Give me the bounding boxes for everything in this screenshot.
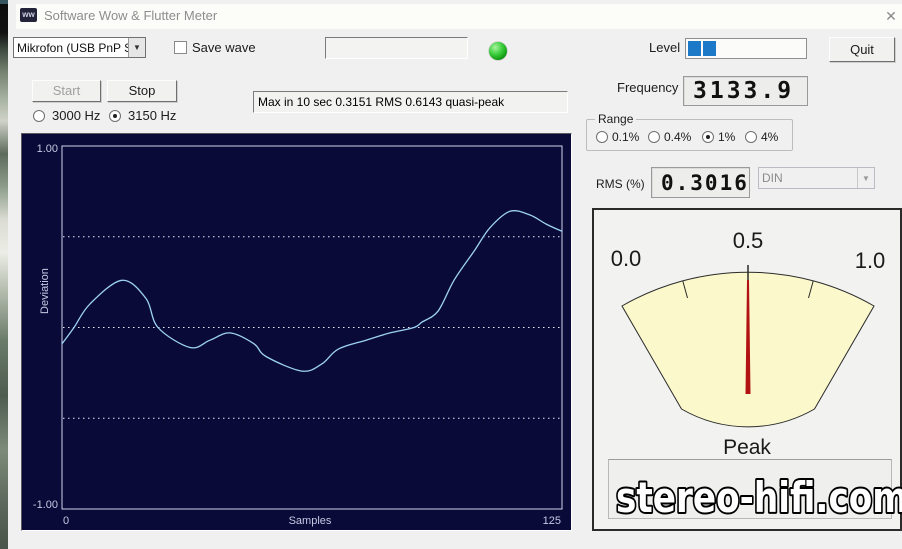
chevron-down-icon: ▼ [857, 168, 874, 188]
app-icon: ww [20, 8, 37, 22]
meter-svg: 0.0 0.5 1.0 [611, 228, 886, 428]
level-chunk [703, 41, 716, 56]
radio-3150hz-label: 3150 Hz [128, 108, 177, 123]
waveform-path [61, 210, 563, 372]
x-axis-label: Samples [289, 515, 332, 527]
radio-range-1-label: 1% [718, 130, 736, 144]
input-device-combobox[interactable]: Mikrofon (USB PnP Sou ▼ [13, 37, 146, 58]
xtick-max: 125 [543, 515, 561, 527]
peak-label: Peak [723, 436, 771, 459]
radio-range-1[interactable] [702, 131, 714, 143]
app-window: ww Software Wow & Flutter Meter ✕ Mikrof… [8, 0, 902, 549]
chart-svg: 1.00 -1.00 Deviation 0 Samples 125 [33, 143, 563, 527]
chevron-down-icon[interactable]: ▼ [128, 38, 145, 57]
deviation-chart: 1.00 -1.00 Deviation 0 Samples 125 [21, 133, 572, 531]
close-button[interactable]: ✕ [882, 7, 900, 25]
radio-range-0_1-label: 0.1% [612, 130, 640, 144]
meter-scale-1: 1.0 [855, 248, 886, 273]
level-progressbar [685, 38, 807, 59]
window-title: Software Wow & Flutter Meter [44, 8, 218, 23]
radio-3000hz-label: 3000 Hz [52, 108, 101, 123]
save-wave-checkbox[interactable] [174, 41, 187, 54]
range-label: Range [595, 112, 637, 126]
app-screen: ww Software Wow & Flutter Meter ✕ Mikrof… [0, 0, 902, 549]
radio-3000hz[interactable] [33, 110, 45, 122]
start-button[interactable]: Start [32, 80, 101, 102]
xtick-min: 0 [63, 515, 69, 527]
quit-button[interactable]: Quit [829, 37, 895, 62]
radio-3150hz[interactable] [109, 110, 121, 122]
status-box: Max in 10 sec 0.3151 RMS 0.6143 quasi-pe… [253, 91, 568, 113]
input-device-value: Mikrofon (USB PnP Sou [17, 40, 128, 55]
stop-button[interactable]: Stop [107, 80, 177, 102]
titlebar[interactable]: ww Software Wow & Flutter Meter ✕ [16, 4, 902, 29]
radio-range-4-label: 4% [761, 130, 779, 144]
y-axis-label: Deviation [39, 268, 51, 314]
rms-label: RMS (%) [596, 177, 645, 191]
radio-range-0_1[interactable] [596, 131, 608, 143]
desktop-background-strip [0, 0, 8, 549]
signal-led-icon [489, 42, 507, 60]
wave-filename-field[interactable] [325, 37, 468, 59]
ytick-min: -1.00 [33, 499, 58, 511]
radio-range-0_4-label: 0.4% [664, 130, 692, 144]
frequency-label: Frequency [617, 80, 679, 95]
level-chunk [688, 41, 701, 56]
meter-scale-0: 0.0 [611, 246, 642, 271]
rms-display: 0.3016 [651, 167, 750, 198]
ytick-max: 1.00 [37, 143, 58, 155]
status-text: Max in 10 sec 0.3151 RMS 0.6143 quasi-pe… [258, 95, 505, 109]
radio-range-4[interactable] [745, 131, 757, 143]
chart-gridlines [63, 236, 561, 419]
radio-range-0_4[interactable] [648, 131, 660, 143]
save-wave-label: Save wave [192, 40, 256, 55]
weighting-value: DIN [762, 171, 783, 185]
plot-frame [61, 145, 563, 510]
watermark: stereo-hifi.com [614, 471, 902, 524]
watermark-text: stereo-hifi.com [616, 473, 902, 522]
frequency-display: 3133.9 [683, 76, 808, 106]
meter-scale-05: 0.5 [733, 228, 764, 253]
weighting-combobox[interactable]: DIN ▼ [758, 167, 875, 189]
level-label: Level [649, 40, 681, 55]
